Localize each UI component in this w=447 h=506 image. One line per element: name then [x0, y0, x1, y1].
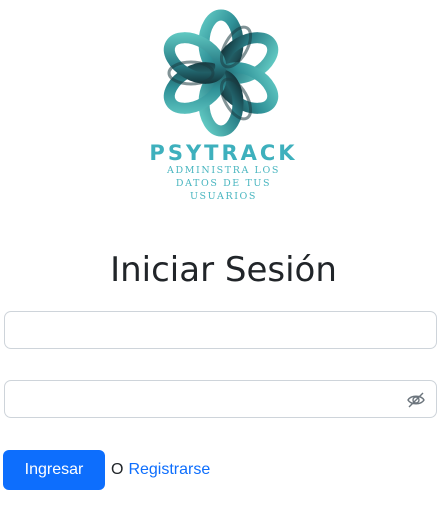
login-button[interactable]: Ingresar	[3, 450, 105, 490]
login-page: PSYTRACK ADMINISTRA LOS DATOS DE TUS USU…	[0, 0, 447, 506]
password-field-wrapper	[4, 380, 437, 418]
username-input[interactable]	[5, 312, 436, 348]
brand-tagline: ADMINISTRA LOS DATOS DE TUS USUARIOS	[167, 165, 280, 202]
knot-flower-logo	[163, 9, 278, 137]
register-link[interactable]: Registrarse	[128, 461, 210, 479]
page-title: Iniciar Sesión	[110, 250, 337, 290]
form-actions: Ingresar O Registrarse	[3, 450, 210, 490]
password-input[interactable]	[5, 381, 436, 417]
eye-slash-icon[interactable]	[406, 390, 426, 410]
brand-header: PSYTRACK ADMINISTRA LOS DATOS DE TUS USU…	[0, 8, 447, 203]
or-separator: O	[111, 461, 124, 478]
username-field-wrapper	[4, 311, 437, 349]
brand-name: PSYTRACK	[149, 141, 298, 165]
